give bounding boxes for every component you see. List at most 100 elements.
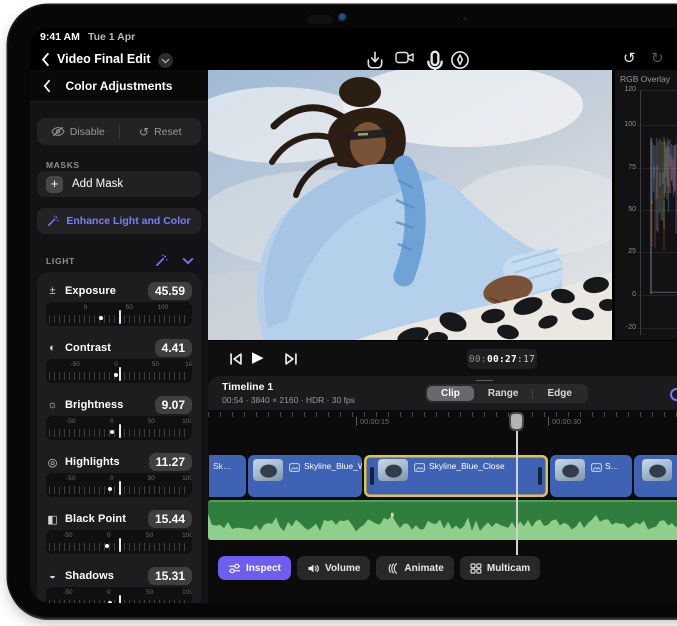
scope-tick-label: -20 (615, 324, 636, 331)
mode-edge[interactable]: Edge (533, 386, 585, 401)
video-viewer (208, 70, 612, 340)
timeline-title: Timeline 1 (222, 381, 273, 393)
add-mask-button[interactable]: + Add Mask (37, 171, 201, 197)
adjustment-label: Contrast (65, 342, 111, 354)
clip-thumbnail (555, 459, 585, 481)
adjustment-label: Brightness (65, 399, 123, 411)
eye-off-icon (51, 126, 65, 137)
shadows-slider[interactable]: -50050100 (46, 587, 192, 603)
next-frame-icon[interactable] (283, 351, 299, 367)
timeline-clip[interactable]: S… (550, 455, 632, 497)
panel-back-icon[interactable] (42, 79, 51, 93)
pencil-tool-icon[interactable] (450, 50, 470, 70)
timeline-ruler[interactable] (208, 412, 677, 417)
front-camera (338, 13, 347, 22)
scope-tick-label: 100 (615, 121, 636, 128)
adjustment-value-field[interactable]: 45.59 (148, 282, 192, 300)
edit-mode-control: Clip Range Edge (425, 384, 588, 403)
adjustment-black-point: ◧ Black Point 15.44 -50050100 (46, 508, 192, 554)
inspect-button[interactable]: Inspect (218, 556, 291, 580)
multicam-grid-icon (470, 563, 482, 574)
enhance-light-color-button[interactable]: Enhance Light and Color (37, 208, 201, 234)
scope-tick-label: 120 (615, 86, 636, 93)
auto-enhance-icon[interactable] (155, 254, 168, 267)
clip-thumbnail (253, 459, 283, 481)
timeline-panel: Timeline 1 00:54 · 3840 × 2160 · HDR · 3… (208, 376, 677, 603)
timeline-clip[interactable]: Sk… (209, 455, 246, 497)
adjustment-value-field[interactable]: 15.44 (148, 510, 192, 528)
playhead-line (516, 414, 518, 555)
timecode-main: 00:27 (487, 354, 517, 365)
project-title-dropdown[interactable] (158, 53, 173, 68)
black-point-icon: ◧ (46, 513, 59, 526)
import-icon[interactable] (365, 50, 385, 70)
plus-icon: + (46, 176, 63, 193)
adjustment-brightness: ☼ Brightness 9.07 -50050100 (46, 394, 192, 440)
scope-waveform-svg (641, 90, 677, 328)
trim-handle-right[interactable] (538, 467, 542, 485)
trim-handle-left[interactable] (370, 467, 374, 485)
chevron-down-icon (161, 58, 170, 64)
brightness-slider[interactable]: -50050100 (46, 416, 192, 440)
photo-icon (591, 463, 602, 472)
animate-icon (386, 563, 399, 574)
adjustment-value-field[interactable]: 11.27 (149, 453, 192, 471)
collapse-chevron-icon[interactable] (182, 257, 194, 265)
bezel-sensor-pill (307, 15, 333, 24)
mode-clip[interactable]: Clip (427, 386, 474, 401)
redo-icon[interactable]: ↻ (651, 49, 664, 67)
highlights-slider[interactable]: -50050100 (46, 473, 192, 497)
animate-button[interactable]: Animate (376, 556, 453, 580)
previous-frame-icon[interactable] (228, 351, 244, 367)
volume-label: Volume (325, 563, 360, 574)
volume-button[interactable]: Volume (297, 556, 370, 580)
adjustment-shadows: ◒ Shadows 15.31 -50050100 (46, 565, 192, 603)
reset-button[interactable]: ↺ Reset (120, 118, 202, 145)
reset-icon: ↺ (139, 125, 149, 139)
transport-bar: ▶ 00:00:27:17 (208, 340, 677, 376)
contrast-slider[interactable]: -50050100 (46, 359, 192, 383)
adjustment-label: Black Point (65, 513, 126, 525)
mode-range[interactable]: Range (474, 386, 533, 401)
project-title[interactable]: Video Final Edit (57, 52, 151, 66)
adjustment-value-field[interactable]: 4.41 (155, 339, 192, 357)
adjustment-value-field[interactable]: 9.07 (155, 396, 192, 414)
multicam-button[interactable]: Multicam (460, 556, 540, 580)
timeline-clip-selected[interactable]: Skyline_Blue_Close (364, 455, 548, 497)
scope-tick-label: 50 (615, 206, 636, 213)
scope-tick-label: 25 (615, 248, 636, 255)
timeline-meta: 00:54 · 3840 × 2160 · HDR · 30 fps (222, 395, 355, 405)
clip-label: Skyline_Blue_Close (429, 461, 505, 471)
magic-wand-icon (47, 215, 59, 227)
clip-label: Skyline_Blue_Wide (304, 461, 362, 471)
ipad-device-frame: 9:41 AM Tue 1 Apr Video Final Edit ↺ ↻ C… (8, 5, 677, 617)
panel-title: Color Adjustments (66, 79, 173, 93)
camera-icon[interactable] (395, 50, 415, 70)
audio-track[interactable] (208, 500, 677, 540)
inspect-label: Inspect (246, 563, 281, 574)
microphone-icon[interactable] (425, 50, 445, 70)
enhance-label: Enhance Light and Color (66, 215, 190, 227)
play-icon[interactable]: ▶ (252, 348, 264, 366)
adjustment-exposure: ± Exposure 45.59 050100 (46, 280, 192, 326)
adjustment-value-field[interactable]: 15.31 (148, 567, 192, 585)
back-icon[interactable] (40, 52, 50, 67)
timecode-display[interactable]: 00:00:27:17 (467, 349, 537, 369)
timeline-clip[interactable]: Skyline_Blue_Wide (248, 455, 362, 497)
exposure-icon: ± (46, 285, 59, 297)
shadows-icon: ◒ (46, 570, 59, 582)
status-time: 9:41 AM (40, 31, 80, 43)
exposure-slider[interactable]: 050100 (46, 302, 192, 326)
scope-tick-label: 0 (615, 291, 636, 298)
adjustment-contrast: ◐ Contrast 4.41 -50050100 (46, 337, 192, 383)
timeline-clip[interactable] (634, 455, 677, 497)
undo-icon[interactable]: ↺ (623, 49, 636, 67)
adjustment-highlights: ◎ Highlights 11.27 -50050100 (46, 451, 192, 497)
disable-button[interactable]: Disable (37, 118, 119, 145)
add-mask-label: Add Mask (72, 178, 123, 190)
playhead-handle[interactable] (509, 412, 524, 431)
black-point-slider[interactable]: -50050100 (46, 530, 192, 554)
photo-icon (289, 463, 300, 472)
ruler-timestamp: 00:00:15 (356, 417, 389, 426)
timeline-option-icon[interactable] (670, 388, 677, 401)
